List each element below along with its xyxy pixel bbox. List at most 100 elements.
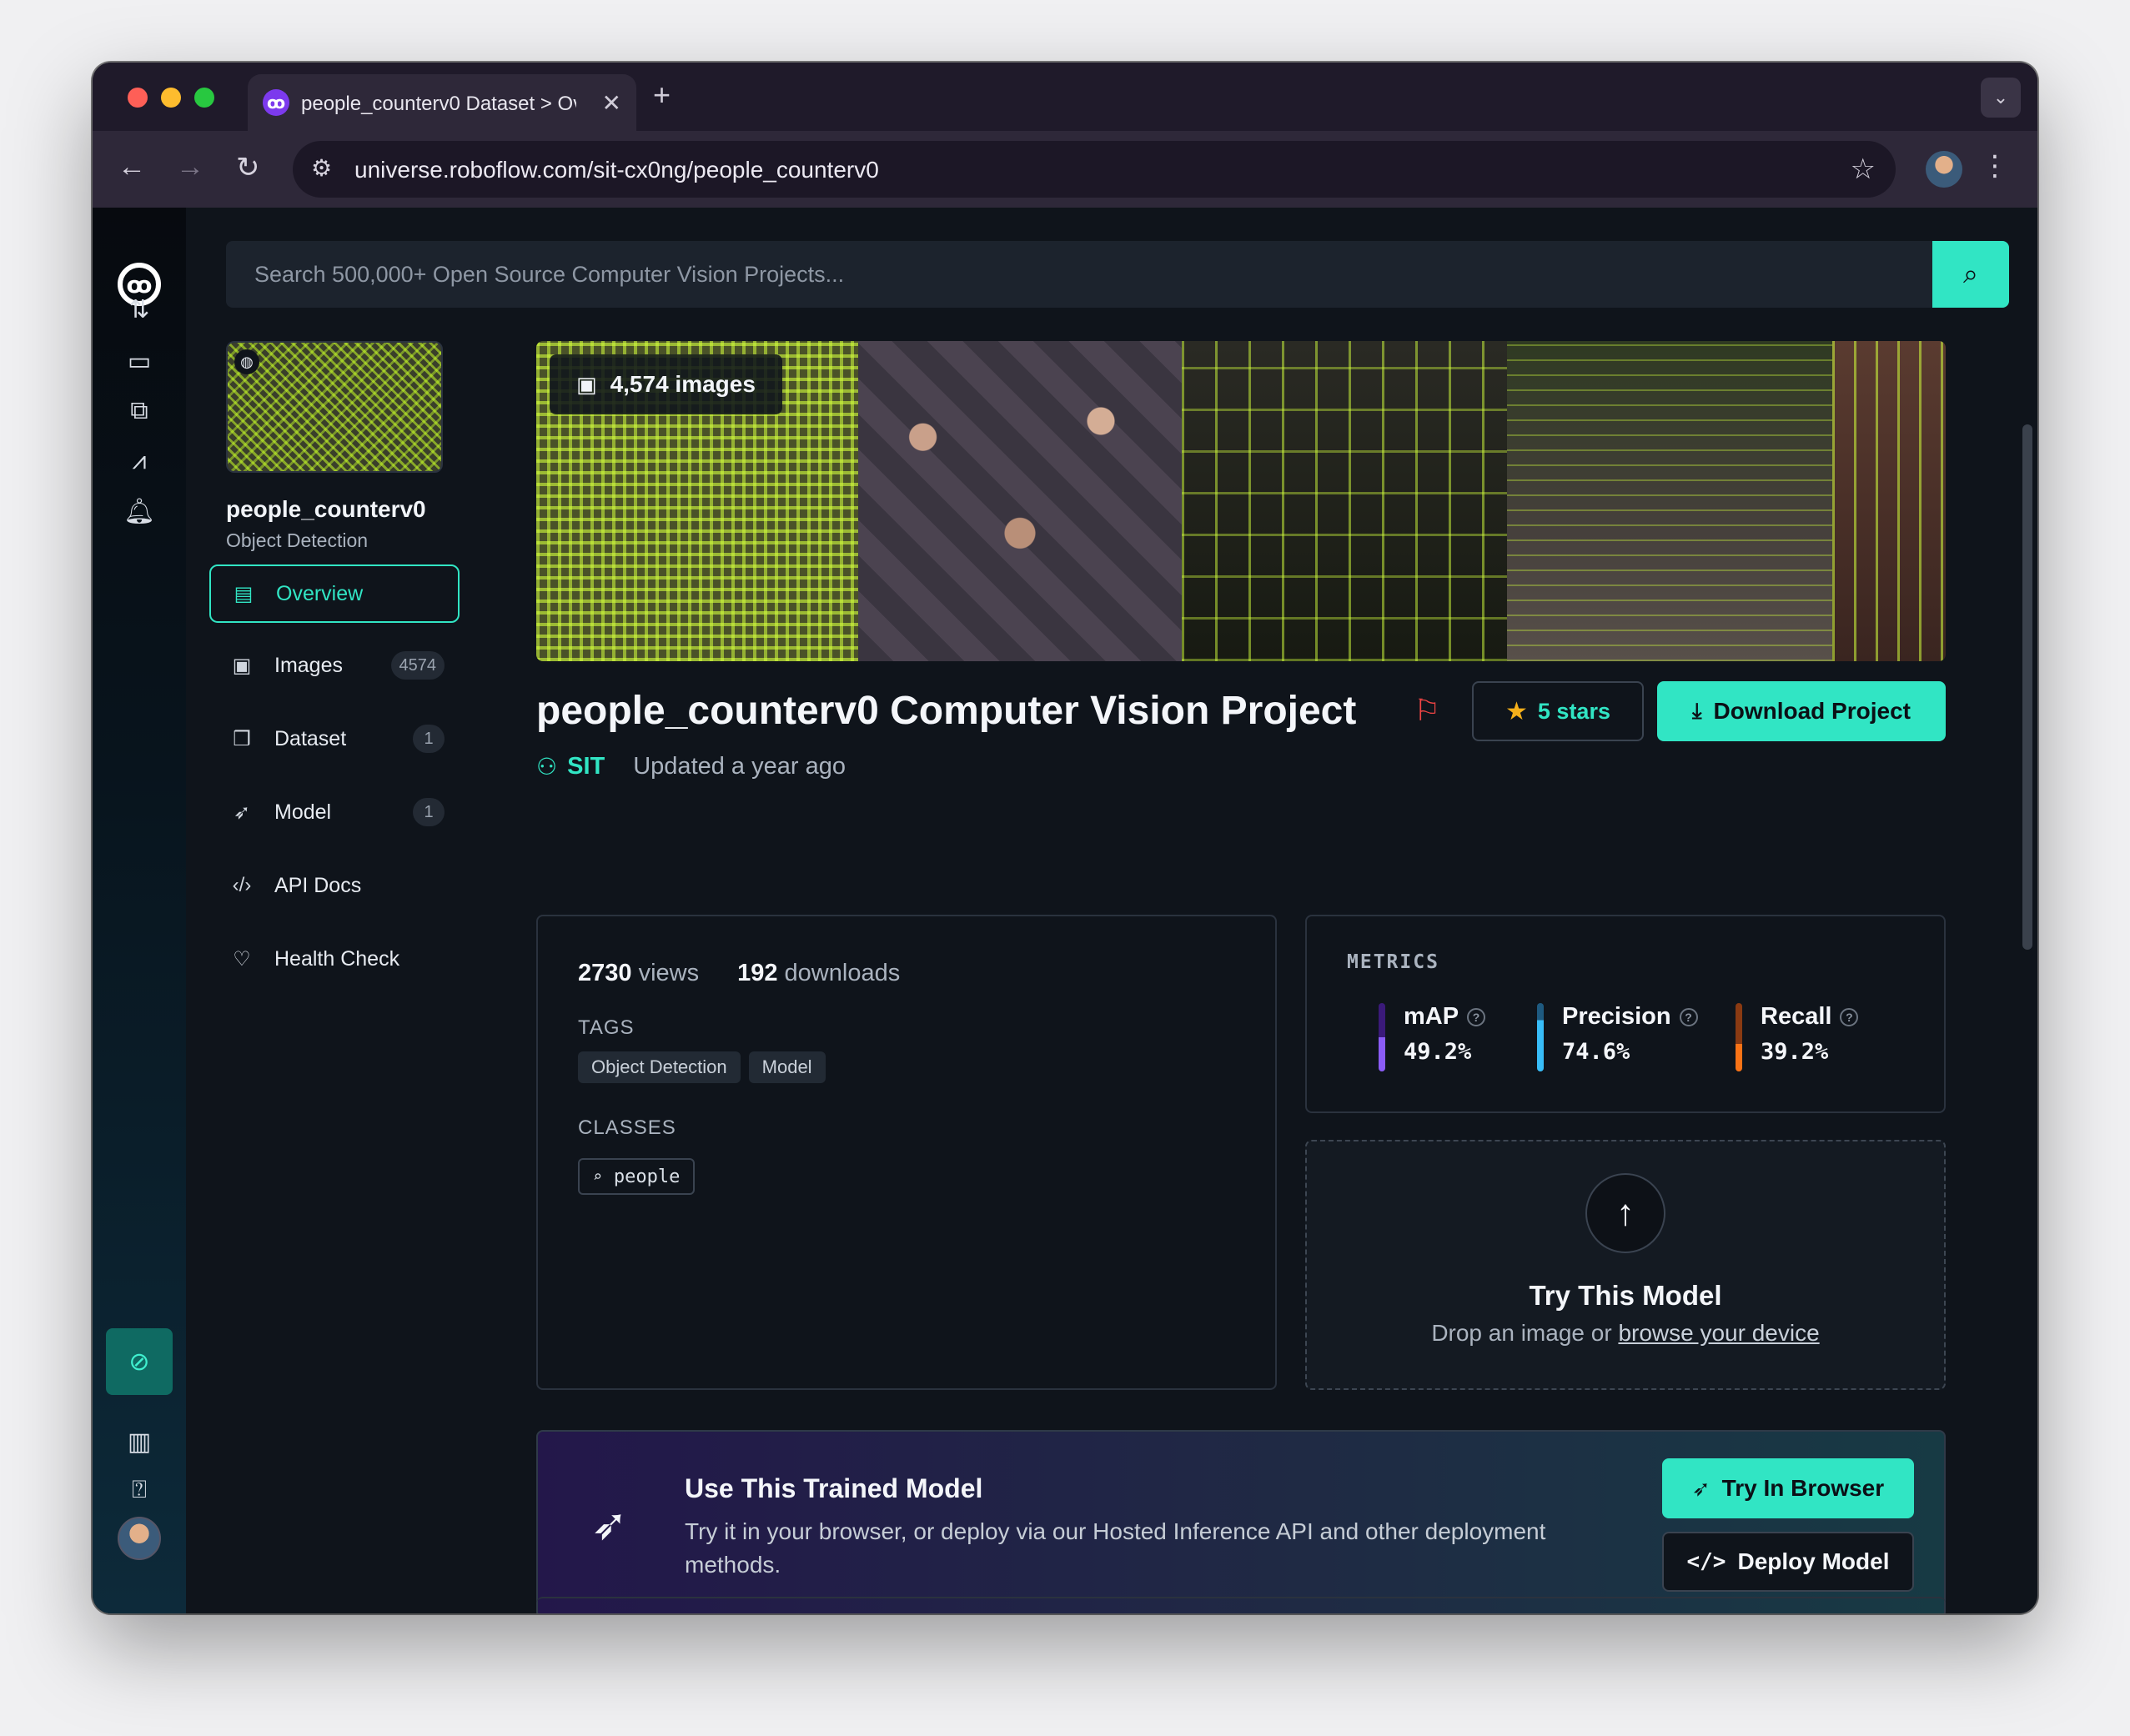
- browser-tab[interactable]: ꝏ people_counterv0 Dataset > Overview ✕: [248, 74, 636, 131]
- sidebar-item-model[interactable]: ➶ Model 1: [209, 783, 460, 841]
- rocket-icon: ➶: [591, 1501, 628, 1549]
- downloads-label: downloads: [784, 960, 901, 986]
- browse-device-link[interactable]: browse your device: [1618, 1320, 1819, 1346]
- deploy-model-button[interactable]: </> Deploy Model: [1662, 1532, 1914, 1592]
- back-arrow-icon[interactable]: ←: [118, 151, 146, 183]
- tag-chip[interactable]: Object Detection: [578, 1051, 741, 1083]
- next-section-peek: [536, 1597, 1946, 1613]
- try-browser-label: Try In Browser: [1721, 1475, 1885, 1501]
- owner-row: ⚇ SIT Updated a year ago: [536, 753, 846, 780]
- views-label: views: [638, 960, 700, 986]
- browser-toolbar: ← → ↻ ⚙ universe.roboflow.com/sit-cx0ng/…: [93, 131, 2037, 208]
- deploy-label: Deploy Model: [1737, 1548, 1890, 1574]
- tab-close-icon[interactable]: ✕: [602, 89, 621, 117]
- browser-window: ꝏ people_counterv0 Dataset > Overview ✕ …: [93, 63, 2037, 1613]
- upload-arrow-icon[interactable]: ↑: [1585, 1173, 1665, 1253]
- try-model-dropzone[interactable]: ↑ Try This Model Drop an image or browse…: [1305, 1140, 1946, 1390]
- page-scrollbar[interactable]: [2022, 424, 2032, 950]
- owner-link[interactable]: SIT: [567, 753, 605, 780]
- sample-image[interactable]: [1507, 341, 1832, 661]
- sample-image[interactable]: [1182, 341, 1507, 661]
- close-window-button[interactable]: [128, 88, 148, 108]
- maximize-window-button[interactable]: [194, 88, 214, 108]
- browser-menu-icon[interactable]: ⋮: [1981, 149, 2009, 183]
- views-stat: 2730 views: [578, 960, 699, 987]
- roboflow-favicon-icon: ꝏ: [263, 89, 289, 116]
- search-icon: ⌕: [593, 1167, 602, 1186]
- metric-precision: Precision? 74.6%: [1537, 1003, 1698, 1073]
- image-count-badge[interactable]: ▣ 4,574 images: [550, 354, 782, 414]
- tags-list: Object Detection Model: [578, 1051, 826, 1083]
- metrics-card: METRICS mAP? 49.2% Precision? 74.6% Reca…: [1305, 915, 1946, 1113]
- views-value: 2730: [578, 960, 632, 986]
- project-thumbnail[interactable]: ◍: [226, 341, 443, 473]
- sidebar-item-label: Images: [274, 653, 343, 677]
- metric-name: mAP: [1404, 1003, 1459, 1030]
- icon-rail: ꝏ ⇅ ▭ ⧉ ⩘ 🔔︎ ⊘ ▥ ⍰: [93, 208, 186, 1613]
- folder-icon: ❒: [233, 727, 251, 750]
- images-icon: ▣: [576, 371, 597, 397]
- universe-icon[interactable]: ⊘: [106, 1328, 173, 1395]
- metric-name: Recall: [1761, 1003, 1832, 1030]
- sidebar-item-dataset[interactable]: ❒ Dataset 1: [209, 710, 460, 768]
- metrics-heading: METRICS: [1347, 951, 1439, 973]
- count-badge: 1: [413, 798, 445, 826]
- workflow-icon[interactable]: ⧉: [116, 388, 163, 434]
- sidebar-item-images[interactable]: ▣ Images 4574: [209, 636, 460, 695]
- metric-value: 74.6%: [1562, 1039, 1630, 1065]
- sample-images-strip[interactable]: ▣ 4,574 images: [536, 341, 1946, 661]
- tag-chip[interactable]: Model: [748, 1051, 826, 1083]
- try-model-subtitle-text: Drop an image or: [1431, 1320, 1612, 1346]
- sidebar-item-label: Health Check: [274, 946, 400, 971]
- library-icon[interactable]: ▥: [116, 1418, 163, 1465]
- sidebar-item-label: API Docs: [274, 873, 362, 897]
- forward-arrow-icon[interactable]: →: [176, 151, 204, 183]
- site-settings-icon[interactable]: ⚙: [311, 154, 332, 182]
- sample-image[interactable]: [1832, 341, 1946, 661]
- project-type: Object Detection: [226, 529, 369, 551]
- tab-title: people_counterv0 Dataset > Overview: [301, 93, 576, 115]
- inbox-icon[interactable]: ▭: [116, 338, 163, 384]
- sidebar-item-health-check[interactable]: ♡ Health Check: [209, 930, 460, 988]
- try-in-browser-button[interactable]: ➶ Try In Browser: [1662, 1458, 1914, 1518]
- report-flag-icon[interactable]: ⚐: [1414, 693, 1440, 728]
- bookmark-star-icon[interactable]: ☆: [1851, 153, 1876, 186]
- analytics-icon[interactable]: ⩘: [116, 438, 163, 484]
- help-icon[interactable]: ⍰: [116, 1467, 163, 1513]
- search-button[interactable]: ⌕: [1932, 241, 2009, 308]
- sort-arrows-icon[interactable]: ⇅: [116, 286, 163, 333]
- metric-value: 49.2%: [1404, 1039, 1472, 1065]
- star-button[interactable]: ★ 5 stars: [1472, 681, 1644, 741]
- search-input[interactable]: [226, 241, 1932, 308]
- minimize-window-button[interactable]: [161, 88, 181, 108]
- sample-image[interactable]: [858, 341, 1182, 661]
- tab-search-chevron-icon[interactable]: ⌄: [1981, 78, 2021, 118]
- downloads-stat: 192 downloads: [737, 960, 900, 987]
- reload-icon[interactable]: ↻: [236, 151, 260, 184]
- heart-pulse-icon: ♡: [233, 947, 251, 971]
- sidebar-item-label: Dataset: [274, 726, 347, 750]
- download-project-button[interactable]: ⤓ Download Project: [1657, 681, 1946, 741]
- metric-recall: Recall? 39.2%: [1736, 1003, 1859, 1073]
- browser-profile-avatar[interactable]: [1926, 151, 1962, 188]
- image-icon: ▣: [232, 654, 252, 677]
- sidebar-item-overview[interactable]: ▤ Overview: [209, 564, 460, 623]
- classes-heading: CLASSES: [578, 1116, 676, 1139]
- address-bar[interactable]: ⚙ universe.roboflow.com/sit-cx0ng/people…: [293, 141, 1896, 198]
- user-avatar[interactable]: [118, 1517, 161, 1560]
- sidebar-item-api-docs[interactable]: ‹/› API Docs: [209, 856, 460, 915]
- help-icon[interactable]: ?: [1467, 1007, 1486, 1026]
- url-text[interactable]: universe.roboflow.com/sit-cx0ng/people_c…: [354, 157, 879, 183]
- bell-icon[interactable]: 🔔︎: [116, 488, 163, 534]
- try-model-subtitle: Drop an image or browse your device: [1307, 1320, 1944, 1347]
- class-chip[interactable]: ⌕ people: [578, 1158, 696, 1195]
- banner-title: Use This Trained Model: [685, 1473, 983, 1503]
- new-tab-icon[interactable]: +: [653, 78, 671, 113]
- help-icon[interactable]: ?: [1679, 1007, 1698, 1026]
- help-icon[interactable]: ?: [1840, 1007, 1859, 1026]
- metric-bar: [1379, 1003, 1385, 1071]
- sidebar-item-label: Overview: [276, 581, 364, 605]
- image-count-label: 4,574 images: [610, 371, 756, 397]
- page-title: people_counterv0 Computer Vision Project: [536, 689, 1357, 733]
- download-icon: ⤓: [1692, 698, 1702, 723]
